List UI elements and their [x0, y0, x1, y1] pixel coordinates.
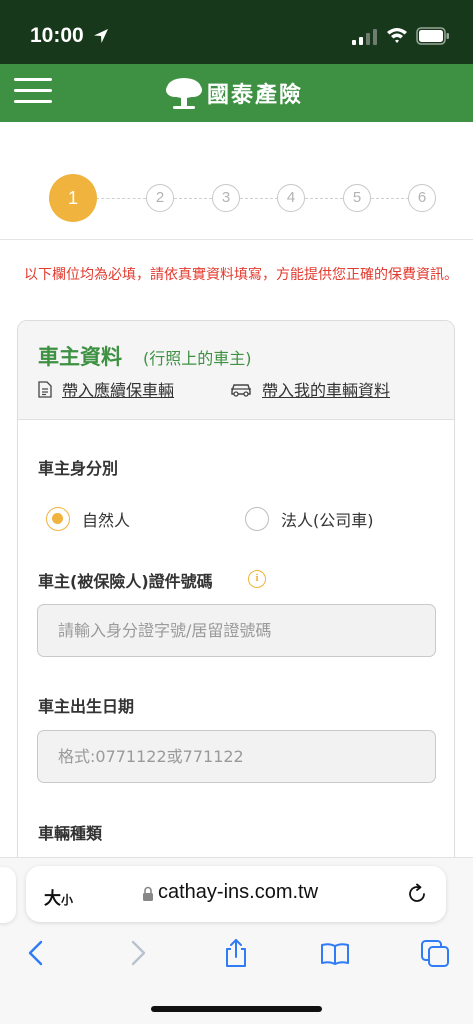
lock-icon — [143, 886, 153, 901]
required-notice: 以下欄位均為必填，請依真實資料填寫，方能提供您正確的保費資訊。 — [24, 267, 458, 283]
step-3: 3 — [212, 184, 240, 212]
radio-natural-label: 自然人 — [82, 511, 131, 530]
card-header: 車主資料 (行照上的車主) 帶入應續保車輛 帶入我的車輛資料 — [18, 321, 454, 420]
id-number-label: 車主(被保險人)證件號碼 — [38, 572, 213, 591]
document-icon — [38, 380, 52, 398]
cathay-tree-logo — [166, 78, 202, 109]
forward-icon[interactable] — [122, 938, 152, 968]
step-6: 6 — [408, 184, 436, 212]
card-subtitle: (行照上的車主) — [143, 349, 252, 368]
renewal-vehicle-link-label[interactable]: 帶入應續保車輛 — [62, 377, 174, 401]
text-size-big: 大 — [44, 889, 61, 909]
status-bar: 10:00 — [0, 0, 473, 64]
text-size-small: 小 — [61, 893, 74, 907]
location-arrow-icon — [94, 29, 108, 43]
car-icon — [231, 384, 251, 397]
radio-unchecked-icon[interactable] — [245, 507, 269, 531]
wifi-icon — [387, 28, 407, 43]
radio-corporate-label: 法人(公司車) — [281, 511, 374, 530]
card-title: 車主資料 — [38, 345, 122, 369]
radio-checked-icon[interactable] — [46, 507, 70, 531]
birth-date-input[interactable]: 格式:0771122或771122 — [37, 730, 436, 783]
vehicle-type-label: 車輛種類 — [38, 824, 103, 843]
url-text[interactable]: cathay-ins.com.tw — [158, 881, 318, 904]
my-vehicle-link[interactable]: 帶入我的車輛資料 — [230, 377, 390, 401]
tabs-icon[interactable] — [420, 938, 450, 968]
share-icon[interactable] — [221, 938, 251, 968]
step-4: 4 — [277, 184, 305, 212]
identity-type-label: 車主身分別 — [38, 459, 119, 478]
step-connector — [240, 198, 278, 199]
step-connector — [174, 198, 212, 199]
address-bar[interactable]: 大小 cathay-ins.com.tw — [26, 866, 446, 922]
id-number-input[interactable]: 請輸入身分證字號/居留證號碼 — [37, 604, 436, 657]
renewal-vehicle-link[interactable]: 帶入應續保車輛 — [38, 377, 174, 401]
back-icon[interactable] — [22, 938, 52, 968]
app-header: 國泰產險 — [0, 64, 473, 122]
step-5: 5 — [343, 184, 371, 212]
divider — [0, 239, 473, 240]
status-time: 10:00 — [30, 24, 84, 47]
step-2: 2 — [146, 184, 174, 212]
radio-natural-person[interactable]: 自然人 — [46, 507, 130, 531]
info-icon[interactable]: i — [248, 570, 266, 588]
text-size-button[interactable]: 大小 — [44, 884, 73, 909]
bookmarks-icon[interactable] — [320, 938, 350, 968]
home-indicator[interactable] — [151, 1006, 322, 1012]
step-connector — [305, 198, 343, 199]
step-connector — [96, 198, 146, 199]
cellular-signal-icon — [352, 29, 377, 45]
birth-date-label: 車主出生日期 — [38, 697, 135, 716]
battery-icon — [416, 27, 449, 45]
menu-icon[interactable] — [14, 78, 52, 108]
step-connector — [371, 198, 409, 199]
step-1: 1 — [49, 174, 97, 222]
reload-icon[interactable] — [406, 883, 428, 905]
previous-tab-preview[interactable] — [0, 867, 16, 923]
owner-info-card: 車主資料 (行照上的車主) 帶入應續保車輛 帶入我的車輛資料 — [17, 320, 455, 880]
brand-logo[interactable]: 國泰產險 — [165, 73, 303, 113]
brand-name: 國泰產險 — [207, 83, 304, 108]
my-vehicle-link-label[interactable]: 帶入我的車輛資料 — [262, 377, 390, 401]
radio-corporate[interactable]: 法人(公司車) — [245, 507, 374, 531]
